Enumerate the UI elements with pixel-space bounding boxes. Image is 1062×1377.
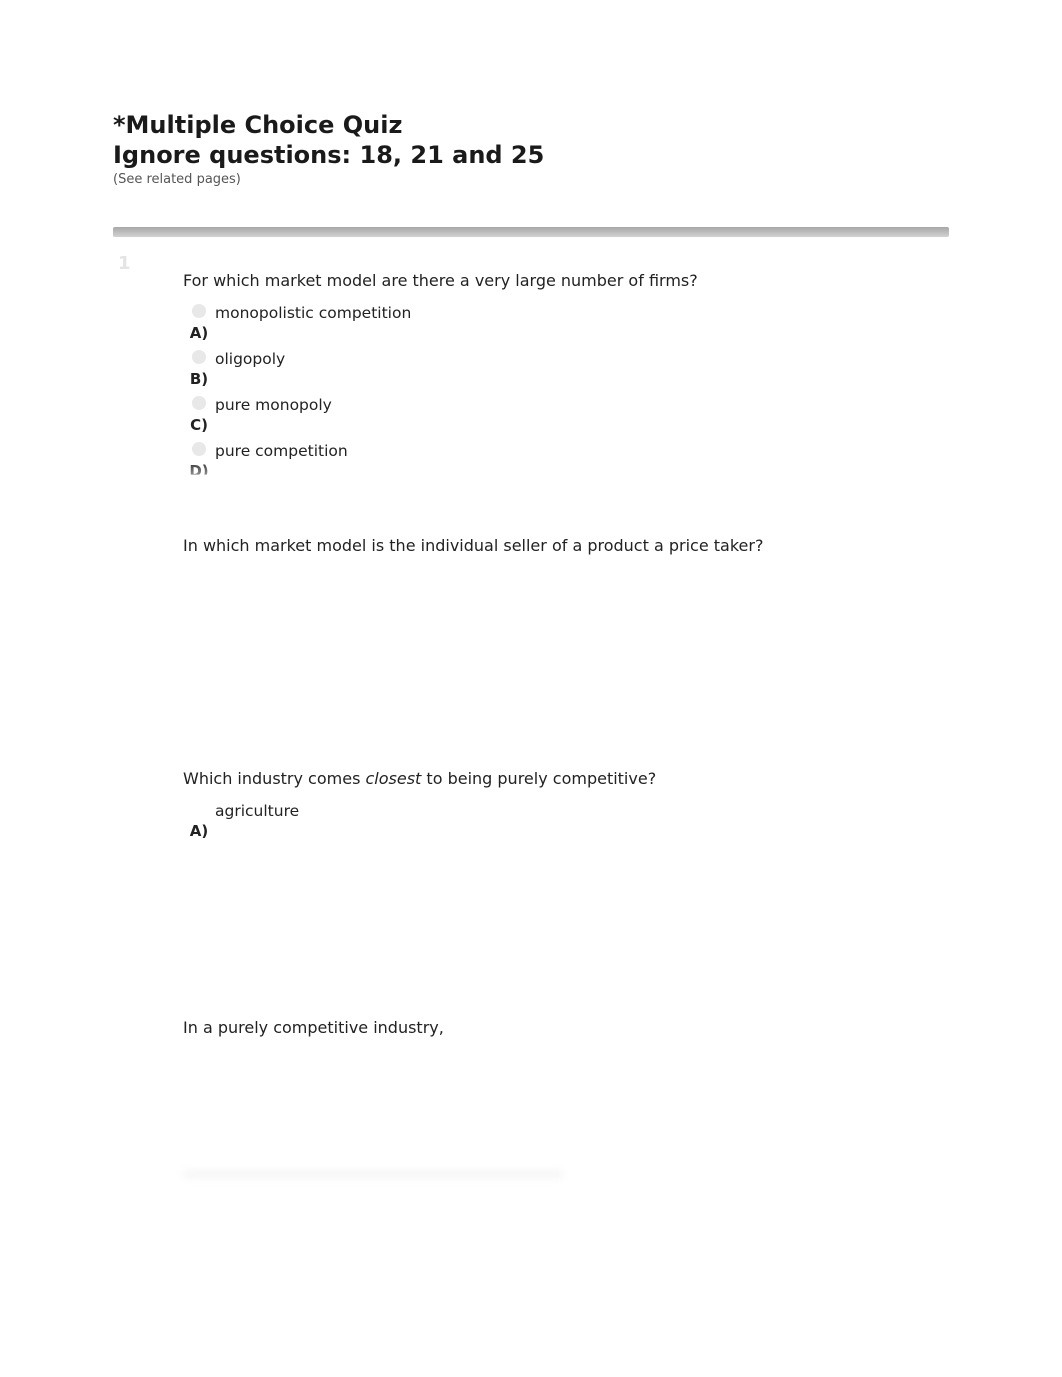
radio-icon[interactable] [192,396,206,410]
option-label: D) [189,462,208,480]
question-1-option-b[interactable]: B) oligopoly [183,350,949,388]
option-text: pure monopoly [215,396,332,414]
question-4-text: In a purely competitive industry, [183,1018,949,1037]
question-3-text: Which industry comes closest to being pu… [183,769,949,788]
radio-icon[interactable] [192,442,206,456]
option-text: oligopoly [215,350,285,368]
question-3-option-a[interactable]: A) agriculture [183,802,949,840]
question-2: In which market model is the individual … [183,536,949,555]
option-label: A) [190,324,208,342]
option-label: C) [190,416,208,434]
question-3: Which industry comes closest to being pu… [183,769,949,840]
question-2-text: In which market model is the individual … [183,536,949,555]
blurred-content [183,1171,563,1181]
option-text: monopolistic competition [215,304,411,322]
question-1-option-a[interactable]: A) monopolistic competition [183,304,949,342]
option-label: A) [190,822,208,840]
option-text: pure competition [215,442,348,460]
question-4: In a purely competitive industry, [183,1018,949,1037]
question-1-option-c[interactable]: C) pure monopoly [183,396,949,434]
question-1-option-d[interactable]: D) pure competition [183,442,949,480]
question-number-1: 1 [118,253,131,274]
see-related-pages[interactable]: (See related pages) [113,172,949,187]
question-1: For which market model are there a very … [183,243,949,480]
option-label: B) [190,370,208,388]
section-divider-bar [113,227,949,237]
title-line-2: Ignore questions: 18, 21 and 25 [113,141,544,169]
radio-icon[interactable] [192,350,206,364]
question-1-text: For which market model are there a very … [183,271,949,290]
title-line-1: *Multiple Choice Quiz [113,111,402,139]
question-3-emphasis: closest [366,769,422,788]
option-text: agriculture [215,802,299,820]
page-title: *Multiple Choice Quiz Ignore questions: … [113,110,949,170]
radio-icon[interactable] [192,304,206,318]
